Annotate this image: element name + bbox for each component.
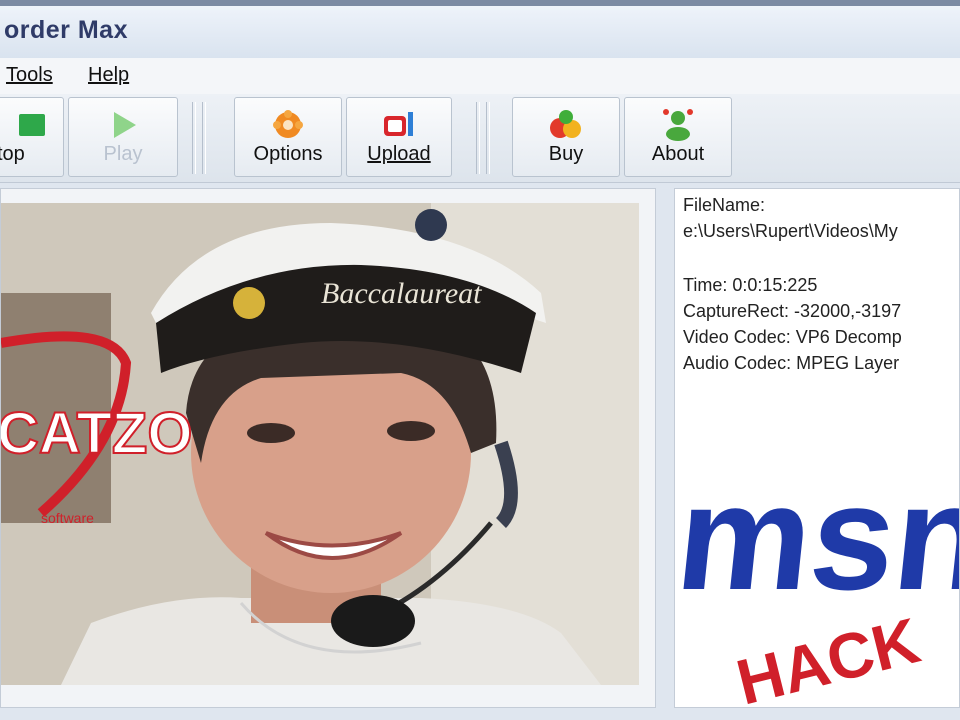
upload-icon [384,112,413,136]
stop-button[interactable]: top [0,97,64,177]
msn-hack-logo: msn HACK [675,453,960,707]
status-bar [0,708,960,720]
svg-text:CATZO: CATZO [1,401,192,466]
audio-codec-readout: Audio Codec: MPEG Layer [683,353,900,373]
title-bar: order Max [0,6,960,59]
fruit-basket-icon [550,110,581,138]
about-icon [663,109,693,141]
time-readout: Time: 0:0:15:225 [683,275,818,295]
play-icon [114,112,136,138]
options-button[interactable]: Options [234,97,342,177]
video-preview-panel: Baccalaureat CATZO software [0,188,656,708]
about-button[interactable]: About [624,97,732,177]
buy-button[interactable]: Buy [512,97,620,177]
cap-text: Baccalaureat [321,277,482,310]
upload-button[interactable]: Upload [346,97,452,177]
svg-text:software: software [41,510,94,526]
filename-value: e:\Users\Rupert\Videos\My [683,221,898,241]
window-title: order Max [4,16,128,44]
play-button[interactable]: Play [68,97,178,177]
gear-icon [273,110,303,138]
menu-bar: Tools Help [0,58,960,95]
webcam-video-frame[interactable]: Baccalaureat CATZO software [1,203,639,685]
filename-label: FileName: [683,195,766,215]
toolbar-separator [202,102,206,174]
toolbar-separator [476,102,480,174]
svg-text:msn: msn [675,453,960,621]
menu-help[interactable]: Help [88,64,129,87]
capture-rect-readout: CaptureRect: -32000,-3197 [683,301,902,321]
webcam-image: Baccalaureat CATZO software [1,203,639,685]
toolbar-separator [192,102,196,174]
video-codec-readout: Video Codec: VP6 Decomp [683,327,902,347]
capture-info-panel: FileName: e:\Users\Rupert\Videos\My Time… [674,188,960,708]
toolbar-separator [486,102,490,174]
toolbar: top Play Options Upload [0,94,960,183]
stop-icon [19,114,45,136]
menu-tools[interactable]: Tools [6,64,53,87]
